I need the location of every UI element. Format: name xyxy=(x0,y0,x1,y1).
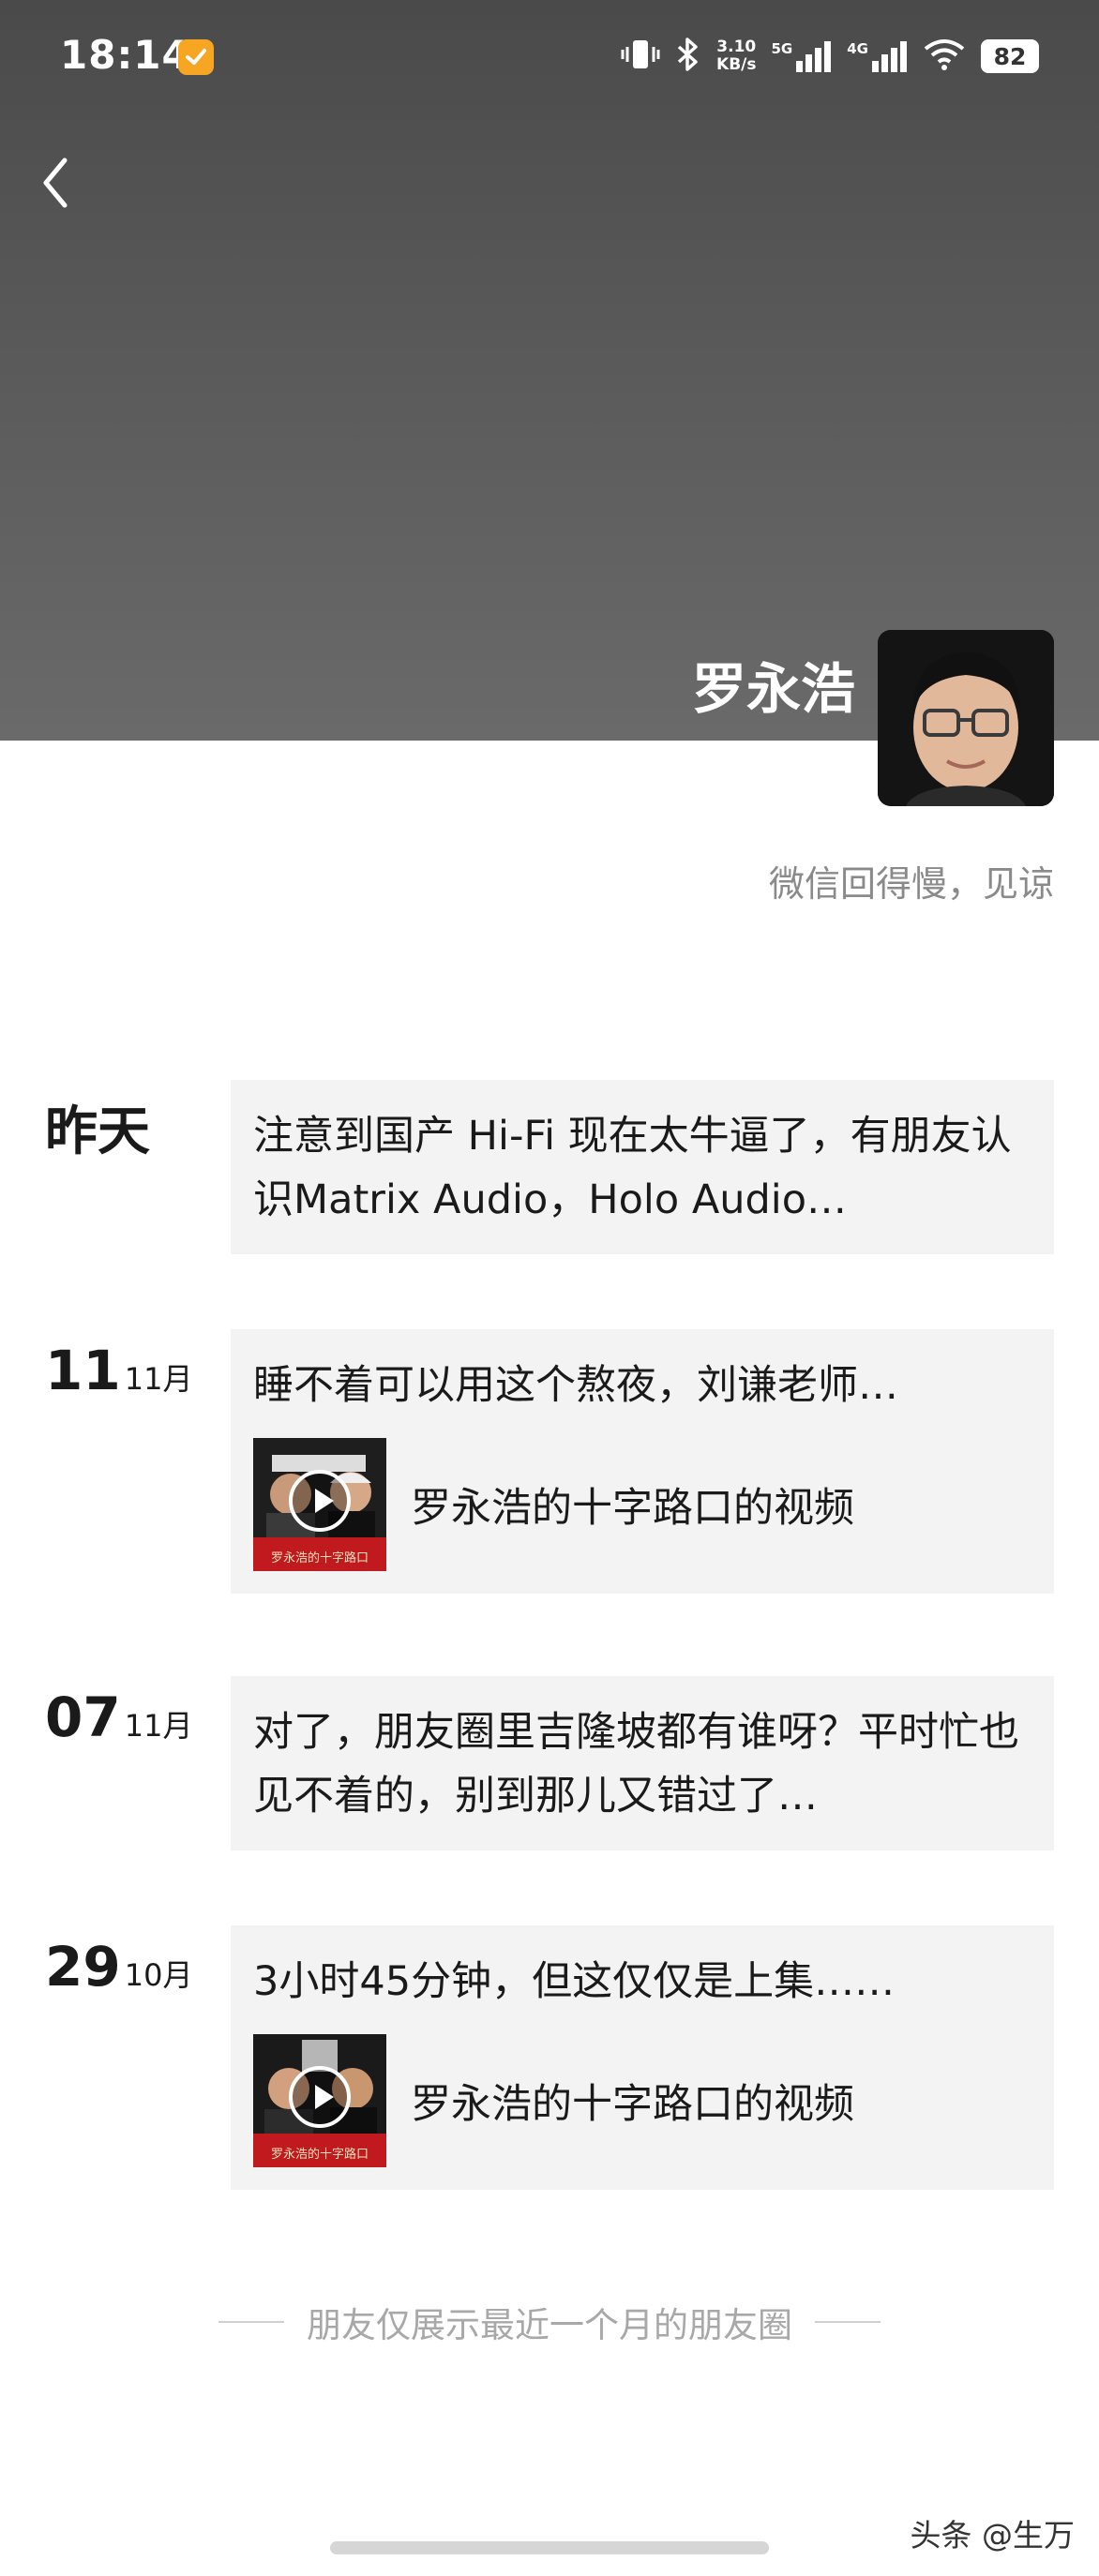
status-time: 18:14 xyxy=(60,32,190,78)
wifi-icon xyxy=(923,37,966,75)
moment-date: 07 11月 xyxy=(45,1685,192,1749)
moment-day: 11 xyxy=(45,1339,121,1402)
moment-text: 对了，朋友圈里吉隆坡都有谁呀？平时忙也见不着的，别到那儿又错过了… xyxy=(253,1709,1019,1820)
moment-date: 11 11月 xyxy=(45,1339,192,1402)
moment-date: 29 10月 xyxy=(45,1935,192,1999)
status-bar: 18:14 3.10 KB/s 5G 4G 82 xyxy=(0,0,1099,112)
home-indicator[interactable] xyxy=(330,2541,769,2554)
back-button[interactable] xyxy=(26,150,83,216)
moment-card[interactable]: 对了，朋友圈里吉隆坡都有谁呀？平时忙也见不着的，别到那儿又错过了… xyxy=(231,1676,1054,1850)
play-icon xyxy=(289,1470,351,1532)
play-icon xyxy=(289,2066,351,2128)
thumbnail-caption: 罗永浩的十字路口 xyxy=(270,1551,369,1565)
footer-divider-left xyxy=(218,2321,284,2323)
moment-month: 10月 xyxy=(124,1957,193,1993)
moment-text: 3小时45分钟，但这仅仅是上集…… xyxy=(253,1958,896,2005)
avatar[interactable] xyxy=(878,630,1054,806)
battery-indicator: 82 xyxy=(981,39,1039,73)
moment-card[interactable]: 注意到国产 Hi-Fi 现在太牛逼了，有朋友认识Matrix Audio，Hol… xyxy=(231,1080,1054,1254)
moment-date: 昨天 xyxy=(45,1101,150,1162)
network-speed: 3.10 KB/s xyxy=(716,38,756,74)
video-share[interactable]: 罗永浩的十字路口 罗永浩的十字路口的视频 xyxy=(253,1438,1031,1571)
privacy-footer: 朋友仅展示最近一个月的朋友圈 xyxy=(0,2297,1099,2347)
moment-day: 29 xyxy=(45,1935,121,1999)
avatar-portrait xyxy=(878,630,1054,806)
moment-month: 11月 xyxy=(124,1361,193,1397)
moment-card[interactable]: 3小时45分钟，但这仅仅是上集…… 罗永浩的十字路口 罗永浩的十字路口的视频 xyxy=(231,1925,1054,2190)
video-share[interactable]: 罗永浩的十字路口 罗永浩的十字路口的视频 xyxy=(253,2034,1031,2167)
moment-day: 07 xyxy=(45,1685,121,1749)
signal-bars-icon xyxy=(796,41,832,72)
network-4g-label: 4G xyxy=(847,40,868,57)
notification-app-icon xyxy=(178,39,214,75)
network-speed-value: 3.10 xyxy=(716,37,757,56)
signal-4g: 4G xyxy=(847,40,908,72)
moment-card[interactable]: 睡不着可以用这个熬夜，刘谦老师… 罗永浩的十字路口 罗永浩的十字路口的视频 xyxy=(231,1329,1054,1594)
signal-5g: 5G xyxy=(772,40,833,72)
moment-month: 11月 xyxy=(124,1708,193,1744)
network-speed-unit: KB/s xyxy=(716,55,757,74)
thumbnail-caption: 罗永浩的十字路口 xyxy=(270,2148,369,2162)
vibrate-icon xyxy=(621,37,660,75)
status-icons: 3.10 KB/s 5G 4G 82 xyxy=(621,32,1039,81)
video-thumbnail[interactable]: 罗永浩的十字路口 xyxy=(253,2034,386,2167)
watermark: 头条 @生万 xyxy=(910,2517,1076,2554)
profile-signature: 微信回得慢，见谅 xyxy=(768,863,1054,905)
video-title: 罗永浩的十字路口的视频 xyxy=(411,2081,854,2128)
footer-note-text: 朋友仅展示最近一个月的朋友圈 xyxy=(307,2305,792,2345)
network-5g-label: 5G xyxy=(771,40,793,57)
video-title: 罗永浩的十字路口的视频 xyxy=(411,1485,854,1532)
profile-name: 罗永浩 xyxy=(691,657,855,721)
back-arrow-icon xyxy=(43,157,68,208)
moment-text: 注意到国产 Hi-Fi 现在太牛逼了，有朋友认识Matrix Audio，Hol… xyxy=(253,1113,1012,1223)
video-thumbnail[interactable]: 罗永浩的十字路口 xyxy=(253,1438,386,1571)
bluetooth-icon xyxy=(675,37,701,76)
footer-divider-right xyxy=(815,2321,881,2323)
moment-text: 睡不着可以用这个熬夜，刘谦老师… xyxy=(253,1362,898,1409)
signal-bars-icon xyxy=(872,41,907,72)
